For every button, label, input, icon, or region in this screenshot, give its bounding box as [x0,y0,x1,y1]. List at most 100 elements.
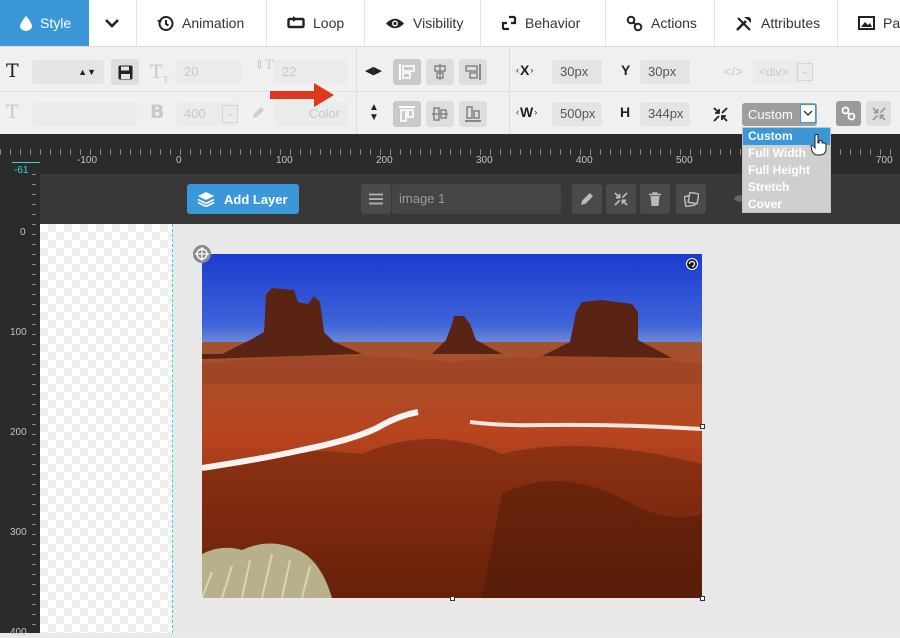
ruler-label: 200 [10,427,27,438]
ruler-label: 200 [376,155,393,166]
tab-label: Animation [182,15,245,31]
html-tag-value: <div> [759,65,789,79]
align-bottom-icon [465,106,481,122]
w-label: ‹ W › [516,104,538,120]
duplicate-layer-button[interactable] [676,184,706,214]
vertical-ruler: -61 0 100 200 300 400 [0,165,40,638]
hand-cursor-icon [810,134,827,156]
tab-attributes[interactable]: Attributes [715,0,838,46]
ruler-label: -61 [14,165,29,176]
delete-layer-button[interactable] [640,184,670,214]
tab-visibility[interactable]: Visibility [365,0,481,46]
tab-style[interactable]: Style [0,0,89,46]
layer-list-button[interactable] [361,184,391,214]
ruler-ticks [32,174,36,625]
trash-icon [649,192,661,206]
shrink-icon[interactable] [713,107,728,122]
lock-ratio-button[interactable] [836,101,861,126]
align-bottom-button[interactable] [459,101,487,127]
divider [509,47,510,134]
chevron-down-icon: ⌄ [222,105,238,123]
tab-label: Pa [883,15,900,31]
landscape-photo [202,254,702,598]
align-middle-button[interactable] [426,101,454,127]
eye-icon [386,18,404,28]
spinner-arrows-icon: ▲▼ [78,67,96,77]
save-icon [118,65,132,79]
ruler-label: 100 [276,155,293,166]
text-color-icon: T [6,101,19,123]
tab-label: Attributes [761,15,821,31]
height-input[interactable]: 344px [640,102,690,126]
pencil-icon [253,107,264,118]
x-position-input[interactable]: 30px [552,60,602,84]
size-mode-select[interactable]: Custom [742,103,817,126]
link-icon [626,15,643,31]
image-layer[interactable] [202,254,702,598]
ruler-label: 0 [176,155,182,166]
behavior-icon [501,15,517,31]
rename-layer-button[interactable] [572,184,602,214]
w-label-text: W [520,104,534,120]
layer-name-input[interactable]: image 1 [392,184,561,214]
align-top-icon [399,106,415,122]
y-position-input[interactable]: 30px [640,60,690,84]
add-layer-button[interactable]: Add Layer [187,184,299,214]
html-tag-select[interactable]: <div> ⌄ [753,60,813,84]
resize-handle-bottom[interactable] [450,596,455,601]
pencil-icon [581,193,593,205]
tab-more-dropdown[interactable] [89,0,137,46]
font-size-icon: TT [150,61,169,86]
font-family-icon: T [6,60,19,82]
tab-loop[interactable]: Loop [267,0,365,46]
duplicate-icon [683,191,699,207]
html-tag-icon: </> [724,64,743,79]
resize-handle-bottom-right[interactable] [700,596,705,601]
row-divider [0,91,900,92]
align-center-icon [434,64,446,80]
size-option-full-height[interactable]: Full Height [743,162,830,179]
x-label-text: X [520,62,530,78]
move-handle-icon[interactable] [192,244,212,264]
x-label: ‹ X › [516,62,534,78]
fit-layer-button[interactable] [606,184,636,214]
font-select[interactable] [32,102,137,126]
ruler-label: 100 [10,327,27,338]
tab-parallax[interactable]: Pa [838,0,900,46]
shrink-icon [614,192,628,206]
layers-icon [197,192,215,207]
save-style-button[interactable] [111,59,139,85]
tab-animation[interactable]: Animation [137,0,267,46]
align-top-button[interactable] [393,101,421,127]
align-left-icon [399,64,415,80]
align-center-button[interactable] [426,59,454,85]
align-left-button[interactable] [393,59,421,85]
ruler-label: 400 [576,155,593,166]
tab-label: Actions [651,15,697,31]
font-family-select[interactable]: ▲▼ [32,60,104,84]
reset-size-button[interactable] [866,101,891,126]
tab-behavior[interactable]: Behavior [481,0,606,46]
tools-icon [736,16,751,31]
vertical-align-icon: ▲ ▼ [369,102,379,123]
top-tab-bar: Style Animation Loop Visibility Behavior… [0,0,900,47]
font-weight-select[interactable]: 400 ⌄ [176,102,238,126]
width-input[interactable]: 500px [552,102,602,126]
ruler-label: 300 [476,155,493,166]
add-layer-label: Add Layer [224,191,288,207]
hamburger-icon [369,193,383,205]
font-size-input[interactable]: 20 [176,60,242,84]
tab-label: Loop [313,15,345,31]
align-right-button[interactable] [459,59,487,85]
size-option-cover[interactable]: Cover [743,196,830,213]
h-label-text: H [620,104,631,120]
line-height-icon: ⇕T [254,58,274,73]
red-arrow-annotation [270,83,334,107]
size-mode-value: Custom [748,107,793,122]
tab-actions[interactable]: Actions [606,0,715,46]
size-option-stretch[interactable]: Stretch [743,179,830,196]
resize-handle-right[interactable] [700,424,705,429]
rotate-handle-icon[interactable] [686,258,698,270]
tab-label: Style [40,15,72,31]
tab-label: Behavior [525,15,581,31]
